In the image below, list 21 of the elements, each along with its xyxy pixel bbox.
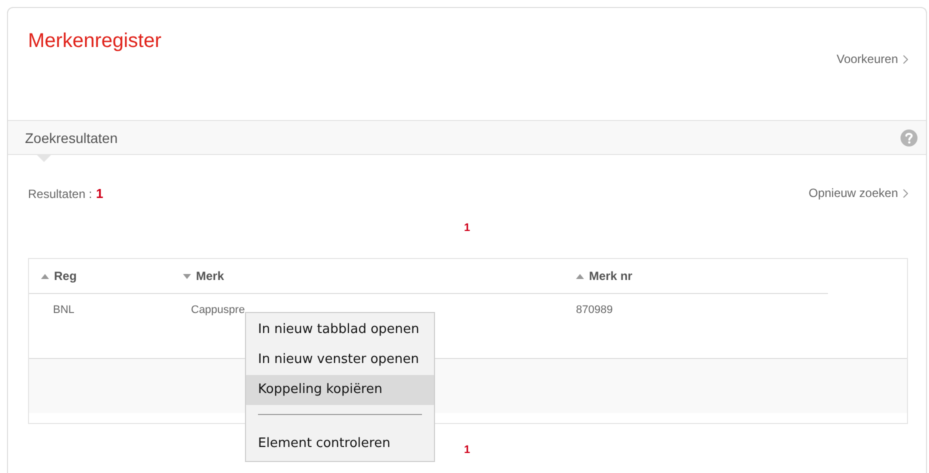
menu-item[interactable]: Element controleren (246, 429, 434, 459)
chevron-icon (903, 54, 908, 64)
help-icon[interactable] (900, 128, 918, 146)
table-cell: BNL (53, 304, 74, 316)
column-header[interactable]: Merk (171, 259, 564, 294)
menu-item[interactable]: Koppeling kopiëren (246, 375, 434, 405)
results-count: 1 (96, 186, 104, 201)
chevron-icon (903, 188, 908, 198)
menu-item[interactable]: In nieuw tabblad openen (246, 315, 434, 345)
column-header[interactable]: Merk nr (564, 259, 828, 294)
column-header[interactable]: Reg (29, 259, 171, 294)
page-title: Merkenregister (28, 30, 162, 53)
page-number[interactable]: 1 (464, 444, 470, 456)
new-search-link[interactable]: Opnieuw zoeken (808, 186, 908, 200)
page-number[interactable]: 1 (464, 222, 470, 234)
table-cell: 870989 (576, 304, 613, 316)
results-label: Resultaten : (28, 187, 92, 201)
section-title: Zoekresultaten (25, 130, 118, 146)
preferences-link[interactable]: Voorkeuren (836, 52, 908, 66)
menu-item[interactable]: In nieuw venster openen (246, 345, 434, 375)
table-cell: Cappuspre (191, 304, 245, 316)
